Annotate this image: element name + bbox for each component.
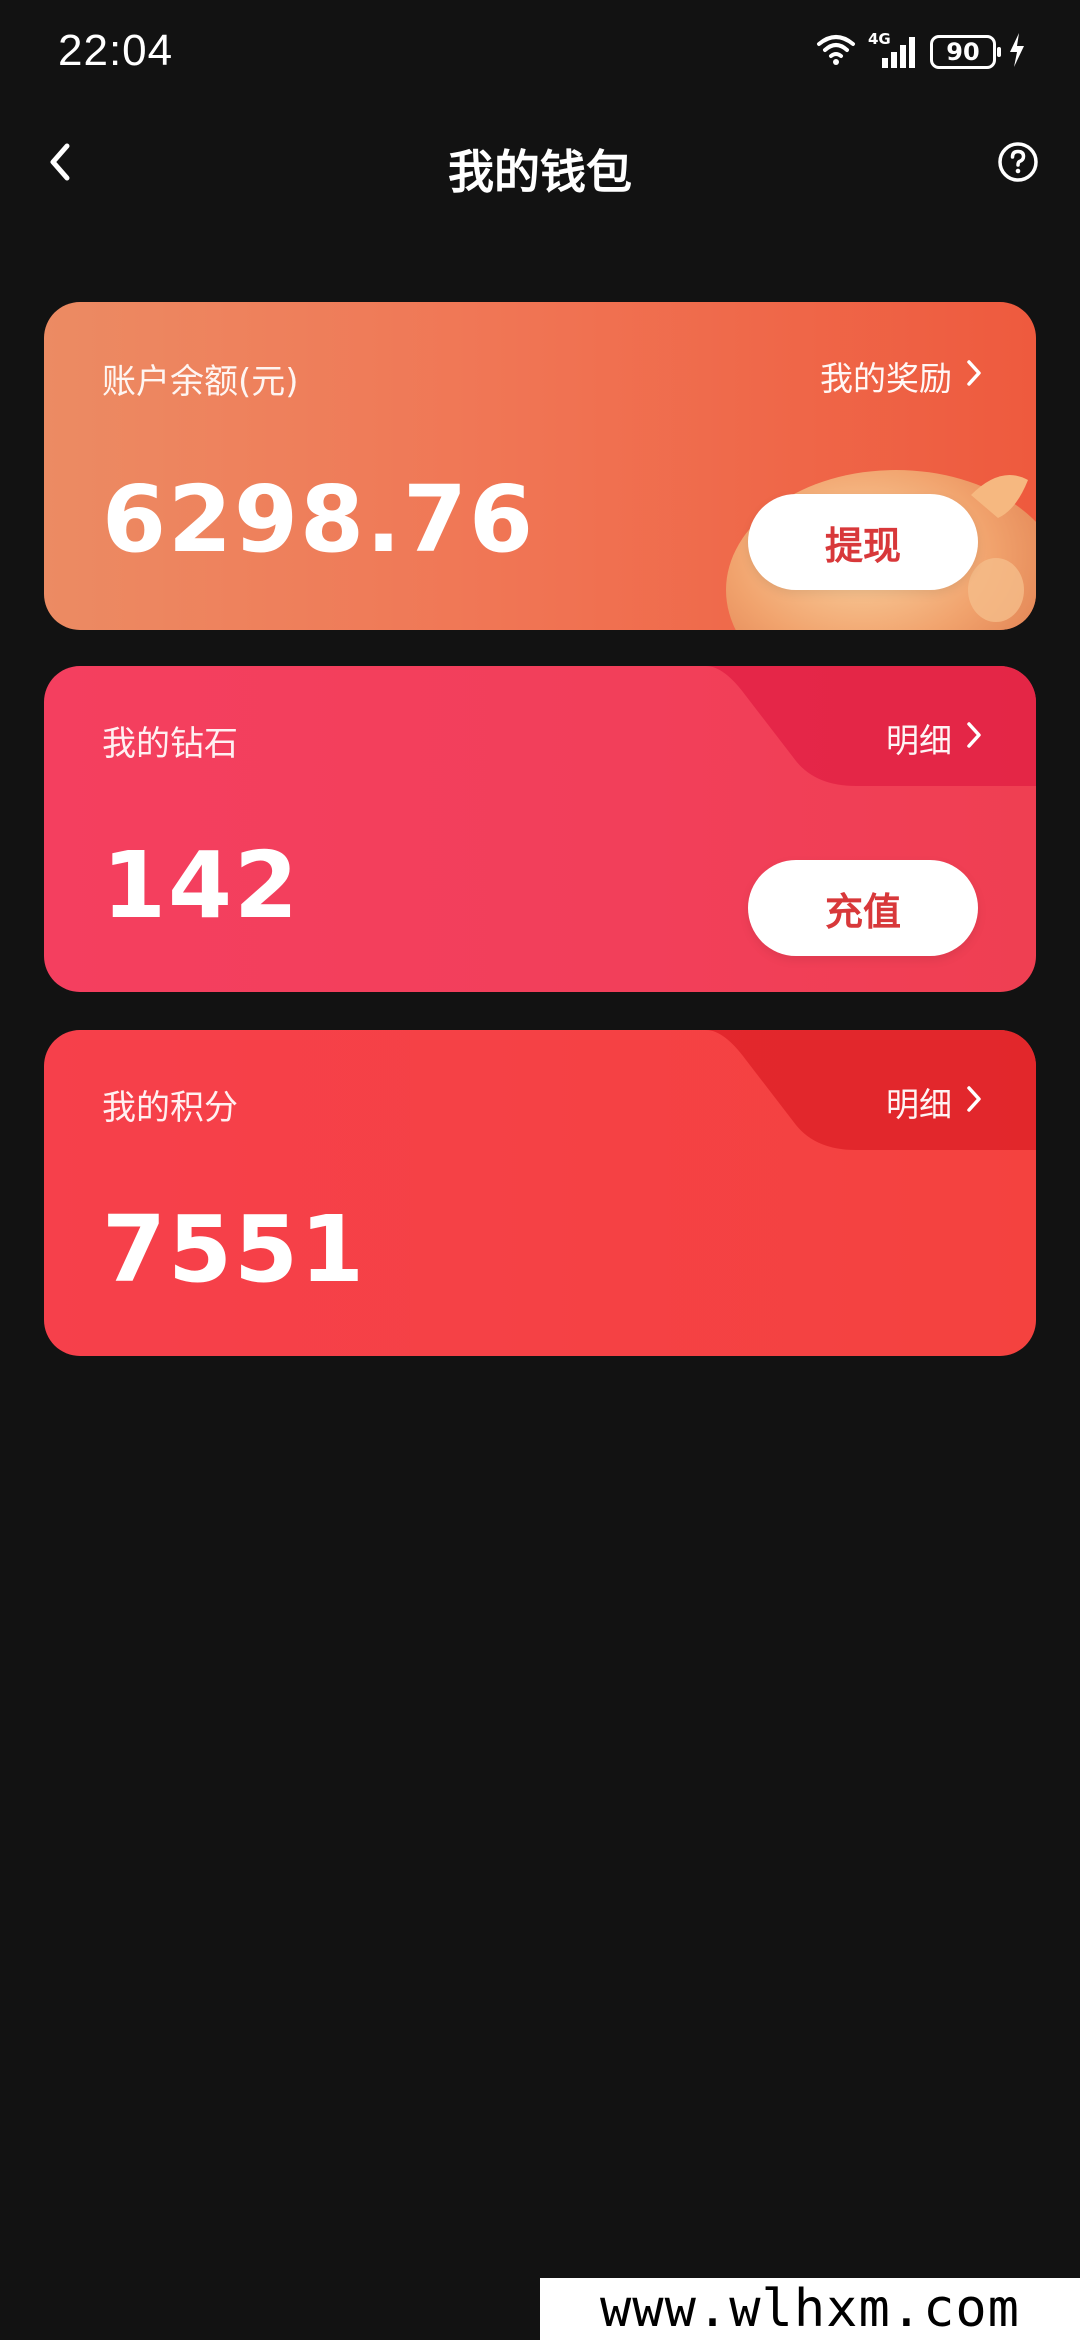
withdraw-button[interactable]: 提现 [748, 494, 978, 590]
wifi-icon [816, 33, 856, 71]
header: 我的钱包 [0, 110, 1080, 218]
signal-icon: 4G [868, 30, 918, 72]
card-tab-decoration [706, 1030, 1036, 1150]
watermark: www.wlhxm.com [540, 2278, 1080, 2340]
points-value: 7551 [102, 1196, 367, 1303]
chevron-right-icon [966, 357, 982, 396]
help-button[interactable] [986, 132, 1050, 196]
status-icons: 4G 90 [816, 30, 1026, 74]
diamond-value: 142 [102, 832, 301, 939]
diamond-details-label: 明细 [886, 721, 952, 760]
points-details-label: 明细 [886, 1085, 952, 1124]
points-details-link[interactable]: 明细 [886, 1078, 982, 1126]
diamond-label: 我的钻石 [102, 724, 238, 764]
my-rewards-label: 我的奖励 [820, 359, 952, 398]
question-circle-icon [997, 141, 1039, 187]
battery-icon: 90 [930, 35, 1001, 69]
recharge-button[interactable]: 充值 [748, 860, 978, 956]
status-time: 22:04 [58, 26, 174, 75]
chevron-right-icon [966, 719, 982, 758]
battery-level: 90 [946, 38, 980, 66]
balance-card: 账户余额(元) 我的奖励 6298.76 提现 [44, 302, 1036, 630]
my-rewards-link[interactable]: 我的奖励 [820, 352, 982, 400]
status-bar: 22:04 4G 90 [0, 0, 1080, 110]
points-card: 我的积分 明细 7551 [44, 1030, 1036, 1356]
balance-value: 6298.76 [102, 466, 536, 573]
chevron-right-icon [966, 1083, 982, 1122]
diamond-card: 我的钻石 明细 142 充值 [44, 666, 1036, 992]
diamond-details-link[interactable]: 明细 [886, 714, 982, 762]
card-tab-decoration [706, 666, 1036, 786]
page-title: 我的钱包 [448, 145, 632, 199]
points-label: 我的积分 [102, 1088, 238, 1128]
charging-icon [1008, 32, 1026, 72]
balance-label: 账户余额(元) [102, 362, 299, 402]
